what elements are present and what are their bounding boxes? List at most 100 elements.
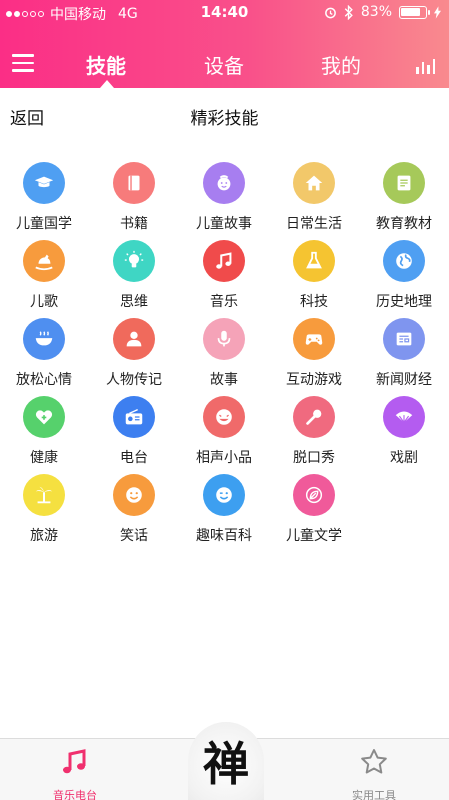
skill-icon-circle xyxy=(383,240,425,282)
skill-icon-circle xyxy=(383,396,425,438)
skill-item[interactable]: 戏剧 xyxy=(359,396,449,472)
book-icon xyxy=(128,175,140,191)
tab-devices[interactable]: 设备 xyxy=(184,50,264,79)
skill-label: 故事 xyxy=(210,372,238,388)
textbook-icon xyxy=(397,175,411,191)
handheld-mic-icon xyxy=(306,409,322,425)
skill-label: 日常生活 xyxy=(286,216,342,232)
skill-icon-circle xyxy=(113,162,155,204)
hamburger-menu-icon[interactable] xyxy=(12,54,34,72)
skill-icon-circle xyxy=(23,474,65,516)
skill-icon-circle xyxy=(293,396,335,438)
equalizer-icon[interactable] xyxy=(416,58,435,74)
battery-fill xyxy=(401,7,420,16)
skill-item[interactable]: 儿童故事 xyxy=(179,162,269,238)
skill-item[interactable]: 笑话 xyxy=(89,474,179,550)
skill-item[interactable]: 教育教材 xyxy=(359,162,449,238)
bowl-icon xyxy=(35,331,53,346)
skill-item[interactable]: 书籍 xyxy=(89,162,179,238)
skill-icon-circle xyxy=(203,162,245,204)
skill-item[interactable]: 脱口秀 xyxy=(269,396,359,472)
skill-item[interactable]: 互动游戏 xyxy=(269,318,359,394)
skill-item[interactable]: 儿歌 xyxy=(0,240,89,316)
newspaper-icon xyxy=(396,332,412,346)
skill-icon-circle xyxy=(23,240,65,282)
page-title: 精彩技能 xyxy=(190,109,259,129)
center-zen-button[interactable]: 禅 xyxy=(188,722,264,800)
bottom-tab-music-radio[interactable]: 音乐电台 xyxy=(35,747,115,800)
radio-icon xyxy=(125,409,143,425)
smiley-icon xyxy=(126,487,142,503)
skill-item[interactable]: 健康 xyxy=(0,396,89,472)
laughing-face-icon xyxy=(216,409,232,425)
skill-icon-circle xyxy=(203,474,245,516)
battery-percent: 83% xyxy=(360,4,392,20)
bottom-tab-tools[interactable]: 实用工具 xyxy=(334,747,414,800)
skill-icon-circle xyxy=(203,318,245,360)
skill-item[interactable]: 儿童文学 xyxy=(269,474,359,550)
skill-icon-circle xyxy=(293,240,335,282)
bluetooth-icon xyxy=(344,4,353,20)
skill-icon-circle xyxy=(203,240,245,282)
skill-label: 脱口秀 xyxy=(293,450,335,466)
music-note-icon xyxy=(63,749,86,774)
skill-item[interactable]: 趣味百科 xyxy=(179,474,269,550)
skill-label: 戏剧 xyxy=(390,450,418,466)
skill-label: 互动游戏 xyxy=(286,372,342,388)
skill-icon-circle xyxy=(113,474,155,516)
skill-label: 儿童国学 xyxy=(16,216,72,232)
skill-icon-circle xyxy=(383,162,425,204)
skill-icon-circle xyxy=(293,474,335,516)
person-icon xyxy=(126,331,142,347)
graduation-cap-icon xyxy=(34,176,54,188)
music-note-icon xyxy=(216,252,232,269)
skill-item[interactable]: 相声小品 xyxy=(179,396,269,472)
skill-label: 书籍 xyxy=(120,216,148,232)
house-icon xyxy=(305,175,323,191)
skill-item[interactable]: 电台 xyxy=(89,396,179,472)
skill-label: 儿童故事 xyxy=(196,216,252,232)
alarm-icon xyxy=(324,7,336,18)
skill-item[interactable]: 科技 xyxy=(269,240,359,316)
sub-header: 返回 精彩技能 xyxy=(0,88,449,140)
lightbulb-icon xyxy=(124,250,144,268)
skill-label: 人物传记 xyxy=(106,372,162,388)
skill-label: 放松心情 xyxy=(16,372,72,388)
wink-face-icon xyxy=(216,487,232,503)
skill-item[interactable]: 思维 xyxy=(89,240,179,316)
skill-icon-circle xyxy=(113,240,155,282)
skill-item[interactable]: 儿童国学 xyxy=(0,162,89,238)
active-tab-indicator xyxy=(100,80,114,88)
status-bar: 中国移动 4G 14:40 83% xyxy=(0,0,449,26)
skill-label: 旅游 xyxy=(30,528,58,544)
skill-item[interactable]: 日常生活 xyxy=(269,162,359,238)
skill-label: 健康 xyxy=(30,450,58,466)
rocking-horse-icon xyxy=(35,254,53,271)
skill-item[interactable]: 人物传记 xyxy=(89,318,179,394)
gamepad-icon xyxy=(305,334,323,345)
skill-label: 电台 xyxy=(120,450,148,466)
skill-item[interactable]: 放松心情 xyxy=(0,318,89,394)
app-header: 中国移动 4G 14:40 83% 技能 设备 我的 xyxy=(0,0,449,88)
skill-item[interactable]: 历史地理 xyxy=(359,240,449,316)
status-right: 83% xyxy=(324,4,441,20)
skill-item[interactable]: 新闻财经 xyxy=(359,318,449,394)
child-face-icon xyxy=(217,175,231,191)
skill-icon-circle xyxy=(113,396,155,438)
skill-label: 新闻财经 xyxy=(376,372,432,388)
skill-label: 教育教材 xyxy=(376,216,432,232)
skill-item[interactable]: 故事 xyxy=(179,318,269,394)
bottom-tab-music-radio-label: 音乐电台 xyxy=(53,789,97,800)
skill-label: 科技 xyxy=(300,294,328,310)
skill-item[interactable]: 音乐 xyxy=(179,240,269,316)
tab-mine[interactable]: 我的 xyxy=(301,50,381,79)
skill-icon-circle xyxy=(23,396,65,438)
star-icon xyxy=(361,749,387,774)
skill-label: 儿歌 xyxy=(30,294,58,310)
palm-tree-icon xyxy=(35,486,53,504)
skill-icon-circle xyxy=(383,318,425,360)
tab-skills[interactable]: 技能 xyxy=(66,50,146,79)
microphone-icon xyxy=(217,330,231,347)
skill-item[interactable]: 旅游 xyxy=(0,474,89,550)
bottom-tab-tools-label: 实用工具 xyxy=(352,789,396,800)
